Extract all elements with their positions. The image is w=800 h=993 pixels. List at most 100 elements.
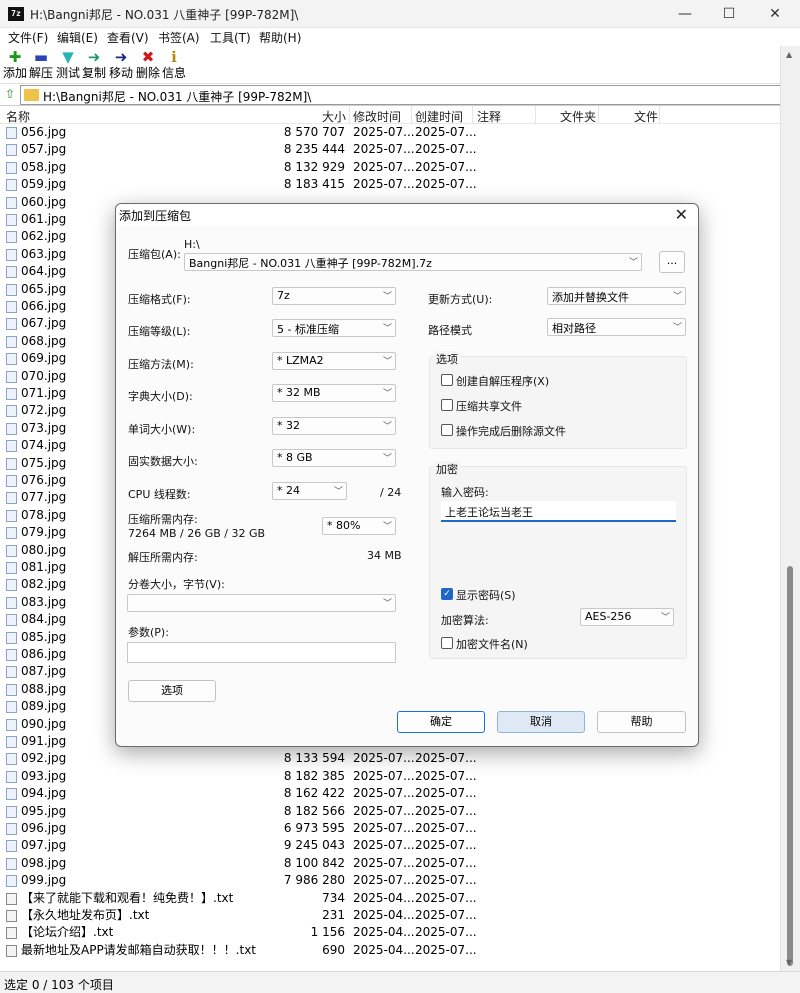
browse-button[interactable]: ... [659,251,685,273]
file-row[interactable]: 094.jpg 8 162 422 2025-07... 2025-07... [0,785,780,802]
update-mode-combo[interactable]: 添加并替换文件 ﹀ [547,287,686,305]
encrypt-names-checkbox[interactable] [441,637,453,649]
add-button[interactable]: ✚ 添加 [3,48,27,80]
file-row[interactable]: 056.jpg 8 570 707 2025-07... 2025-07... [0,124,780,141]
delete-button[interactable]: ✖ 删除 [136,48,160,80]
shared-files-checkbox[interactable] [441,399,453,411]
cancel-button[interactable]: 取消 [497,711,585,733]
encryption-method-combo[interactable]: AES-256 ﹀ [580,608,674,626]
level-value: 5 - 标准压缩 [277,323,339,336]
file-row[interactable]: 【来了就能下载和观看！纯免费！】.txt 734 2025-04... 2025-07… [0,890,780,907]
image-file-icon [6,666,17,679]
image-file-icon [6,231,17,244]
dialog-close-icon[interactable]: ✕ [675,205,688,224]
dictionary-combo[interactable]: * 32 MB ﹀ [272,384,396,402]
image-file-icon [6,492,17,505]
file-row[interactable]: 095.jpg 8 182 566 2025-07... 2025-07... [0,803,780,820]
password-input[interactable]: 上老王论坛当老王 [441,501,676,522]
word-size-combo[interactable]: * 32 ﹀ [272,417,396,435]
sfx-checkbox[interactable] [441,374,453,386]
file-size: 9 245 043 [283,838,345,853]
delete-after-checkbox[interactable] [441,424,453,436]
column-folders[interactable]: 文件夹 [560,108,596,125]
options-group: 选项 创建自解压程序(X) 压缩共享文件 操作完成后删除源文件 [429,351,687,449]
chevron-down-icon: ﹀ [382,389,392,399]
image-file-icon [6,475,17,487]
column-comment[interactable]: 注释 [477,108,501,125]
info-label: 信息 [162,66,187,80]
minimize-button[interactable]: — [662,0,708,28]
address-field[interactable]: H:\Bangni邦尼 - NO.031 八重神子 [99P-782M]\ ﹀ [20,85,796,105]
file-name: 065.jpg [21,281,67,296]
column-divider[interactable] [472,106,473,124]
file-name: 085.jpg [21,629,67,644]
column-divider[interactable] [598,106,599,124]
file-row[interactable]: 057.jpg 8 235 444 2025-07... 2025-07... [0,141,780,158]
column-divider[interactable] [535,106,536,124]
file-row[interactable]: 058.jpg 8 132 929 2025-07... 2025-07... [0,159,780,176]
file-name: 079.jpg [21,525,67,540]
file-row[interactable]: 最新地址及APP请发邮箱自动获取！！！.txt 690 2025-04... 2025… [0,942,780,959]
image-file-icon [6,161,17,174]
test-button[interactable]: ▼ 测试 [56,48,80,80]
move-button[interactable]: ➜ 移动 [109,48,133,80]
up-folder-icon[interactable]: ⇧ [3,87,17,102]
memory-combo[interactable]: * 80% ﹀ [322,517,396,535]
menu-file[interactable]: 文件(F) [8,29,48,46]
info-button[interactable]: ℹ 信息 [162,48,186,80]
level-combo[interactable]: 5 - 标准压缩 ﹀ [272,319,396,337]
copy-button[interactable]: ➜ 复制 [82,48,106,80]
close-button[interactable]: ✕ [752,0,798,28]
menu-tools[interactable]: 工具(T) [210,29,251,46]
image-file-icon [6,422,17,435]
password-label: 输入密码: [441,486,489,499]
chevron-down-icon: ﹀ [672,323,682,333]
column-divider[interactable] [659,106,660,124]
file-name: 076.jpg [21,473,67,487]
file-row[interactable]: 092.jpg 8 133 594 2025-07... 2025-07... [0,750,780,767]
file-row[interactable]: 098.jpg 8 100 842 2025-07... 2025-07... [0,855,780,872]
path-mode-combo[interactable]: 相对路径 ﹀ [547,318,686,336]
archive-name-combo[interactable]: Bangni邦尼 - NO.031 八重神子 [99P-782M].7z ﹀ [184,253,642,271]
file-row[interactable]: 097.jpg 9 245 043 2025-07... 2025-07... [0,837,780,854]
file-row[interactable]: 【永久地址发布页】.txt 231 2025-04... 2025-07... [0,907,780,924]
file-name: 087.jpg [21,664,67,679]
menu-help[interactable]: 帮助(H) [259,29,301,46]
encrypt-names-label: 加密文件名(N) [456,638,528,651]
column-created[interactable]: 创建时间 [415,108,463,125]
scrollbar-thumb[interactable] [787,566,793,966]
help-button[interactable]: 帮助 [597,711,686,733]
menu-edit[interactable]: 编辑(E) [57,29,98,46]
show-password-checkbox[interactable]: ✓ [441,588,453,600]
options-button[interactable]: 选项 [128,680,216,702]
file-name: 098.jpg [21,855,67,870]
ok-button[interactable]: 确定 [397,711,485,733]
column-name[interactable]: 名称 [6,108,30,125]
column-modified[interactable]: 修改时间 [353,108,401,125]
maximize-button[interactable]: ☐ [706,0,752,28]
solid-size-combo[interactable]: * 8 GB ﹀ [272,449,396,467]
column-size[interactable]: 大小 [322,108,346,125]
split-size-combo[interactable]: ﹀ [127,594,396,612]
scroll-up-icon[interactable]: ▲ [786,50,792,59]
method-combo[interactable]: * LZMA2 ﹀ [272,352,396,370]
column-divider[interactable] [349,106,350,124]
column-divider[interactable] [411,106,412,124]
cpu-threads-combo[interactable]: * 24 ﹀ [272,482,347,500]
file-row[interactable]: 059.jpg 8 183 415 2025-07... 2025-07... [0,176,780,193]
file-row[interactable]: 093.jpg 8 182 385 2025-07... 2025-07... [0,768,780,785]
file-name: 066.jpg [21,299,67,313]
format-combo[interactable]: 7z ﹀ [272,287,396,305]
file-name: 084.jpg [21,612,67,627]
file-row[interactable]: 096.jpg 6 973 595 2025-07... 2025-07... [0,820,780,837]
file-row[interactable]: 099.jpg 7 986 280 2025-07... 2025-07... [0,872,780,889]
menu-view[interactable]: 查看(V) [107,29,149,46]
column-files[interactable]: 文件 [634,108,658,125]
vertical-scrollbar[interactable]: ▲ ▼ [780,46,800,971]
extract-button[interactable]: ▬ 解压 [29,48,53,80]
parameters-input[interactable] [127,642,396,663]
scroll-down-icon[interactable]: ▼ [786,958,792,967]
file-row[interactable]: 【论坛介绍】.txt 1 156 2025-04... 2025-07... [0,924,780,941]
file-modified: 2025-04... [353,925,415,940]
menu-bookmarks[interactable]: 书签(A) [158,29,200,46]
